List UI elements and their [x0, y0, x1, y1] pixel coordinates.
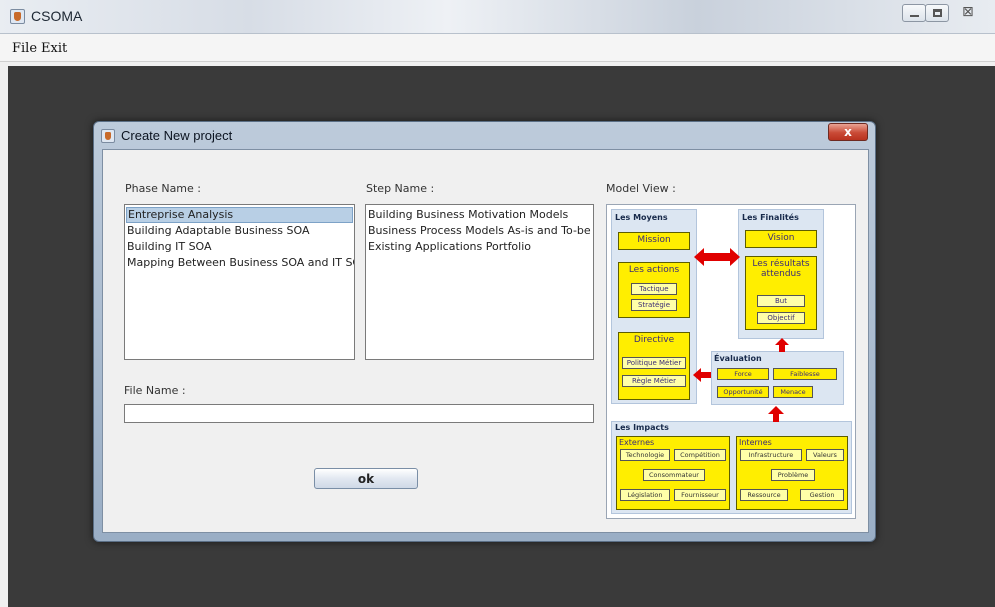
menace-chip: Menace — [773, 386, 813, 398]
objectif-chip: Objectif — [757, 312, 805, 324]
file-name-label: File Name : — [124, 384, 186, 397]
dialog-close-button[interactable]: x — [828, 123, 868, 141]
tactique-chip: Tactique — [631, 283, 677, 295]
app-titlebar[interactable]: CSOMA ⊠ — [0, 0, 995, 34]
dialog-titlebar[interactable]: Create New project x — [94, 122, 875, 148]
step-name-label: Step Name : — [366, 182, 435, 195]
phase-item[interactable]: Mapping Between Business SOA and IT SOA — [126, 255, 354, 271]
java-app-icon — [10, 9, 25, 24]
fournisseur-chip: Fournisseur — [674, 489, 726, 501]
actions-box: Les actions Tactique Stratégie — [618, 262, 690, 318]
resultats-box: Les résultats attendus But Objectif — [745, 256, 817, 330]
resultats-title: Les résultats attendus — [752, 259, 810, 279]
model-view-diagram: Les Moyens Mission Les actions Tactique … — [606, 204, 856, 519]
phase-list[interactable]: Entreprise Analysis Building Adaptable B… — [124, 204, 355, 360]
moyens-heading: Les Moyens — [615, 213, 668, 222]
finalites-heading: Les Finalités — [742, 213, 799, 222]
legislation-chip: Législation — [620, 489, 670, 501]
arrow-left-icon — [693, 368, 711, 382]
maximize-button[interactable] — [925, 4, 949, 22]
minimize-button[interactable] — [902, 4, 926, 22]
gestion-chip: Gestion — [800, 489, 844, 501]
phase-name-label: Phase Name : — [125, 182, 201, 195]
arrow-up-icon — [768, 406, 784, 422]
menubar: File Exit — [0, 34, 995, 62]
technologie-chip: Technologie — [620, 449, 670, 461]
ressource-chip: Ressource — [740, 489, 788, 501]
valeurs-chip: Valeurs — [806, 449, 844, 461]
java-app-icon — [101, 129, 115, 143]
close-icon: ⊠ — [962, 4, 974, 20]
directive-box: Directive Politique Métier Règle Métier — [618, 332, 690, 400]
mission-label: Mission — [637, 235, 671, 245]
app-window: CSOMA ⊠ File Exit Create New project x P… — [0, 0, 995, 607]
mission-box: Mission — [618, 232, 690, 250]
step-item[interactable]: Building Business Motivation Models — [367, 207, 568, 223]
app-title: CSOMA — [31, 8, 83, 24]
step-item[interactable]: Existing Applications Portfolio — [367, 239, 531, 255]
but-chip: But — [757, 295, 805, 307]
model-view-label: Model View : — [606, 182, 676, 195]
impacts-panel: Les Impacts Externes Technologie Compéti… — [611, 421, 852, 514]
step-list[interactable]: Building Business Motivation Models Busi… — [365, 204, 594, 360]
actions-title: Les actions — [628, 265, 680, 275]
close-button[interactable]: ⊠ — [958, 4, 980, 22]
minimize-icon — [910, 15, 919, 17]
dialog-title: Create New project — [121, 128, 233, 143]
evaluation-panel: Évaluation Force Faiblesse Opportunité M… — [711, 351, 844, 405]
infrastructure-chip: Infrastructure — [740, 449, 802, 461]
faiblesse-chip: Faiblesse — [773, 368, 837, 380]
politique-metier-chip: Politique Métier — [622, 357, 686, 369]
opportunite-chip: Opportunité — [717, 386, 769, 398]
ok-button[interactable]: ok — [314, 468, 418, 489]
strategie-chip: Stratégie — [631, 299, 677, 311]
arrow-up-icon — [775, 338, 789, 352]
vision-box: Vision — [745, 230, 817, 248]
consommateur-chip: Consommateur — [643, 469, 705, 481]
externes-title: Externes — [619, 438, 655, 447]
impacts-heading: Les Impacts — [615, 423, 669, 432]
force-chip: Force — [717, 368, 769, 380]
phase-item[interactable]: Building IT SOA — [126, 239, 212, 255]
probleme-chip: Problème — [771, 469, 815, 481]
step-item[interactable]: Business Process Models As-is and To-be — [367, 223, 591, 239]
create-project-dialog: Create New project x Phase Name : Step N… — [93, 121, 876, 542]
vision-label: Vision — [767, 233, 795, 243]
finalites-panel: Les Finalités Vision Les résultats atten… — [738, 209, 824, 339]
regle-metier-chip: Règle Métier — [622, 375, 686, 387]
phase-item[interactable]: Entreprise Analysis — [126, 207, 353, 223]
internes-box: Internes Infrastructure Valeurs Problème… — [736, 436, 848, 510]
file-name-input[interactable] — [124, 404, 594, 423]
evaluation-heading: Évaluation — [714, 354, 762, 363]
competition-chip: Compétition — [674, 449, 726, 461]
close-icon: x — [844, 125, 852, 139]
phase-item[interactable]: Building Adaptable Business SOA — [126, 223, 310, 239]
externes-box: Externes Technologie Compétition Consomm… — [616, 436, 730, 510]
directive-title: Directive — [633, 335, 675, 345]
maximize-icon — [933, 9, 942, 17]
menu-file[interactable]: File — [12, 41, 37, 56]
double-arrow-icon — [694, 248, 740, 266]
dialog-body: Phase Name : Step Name : Model View : En… — [102, 149, 869, 533]
moyens-panel: Les Moyens Mission Les actions Tactique … — [611, 209, 697, 404]
internes-title: Internes — [739, 438, 772, 447]
menu-exit[interactable]: Exit — [41, 41, 67, 56]
